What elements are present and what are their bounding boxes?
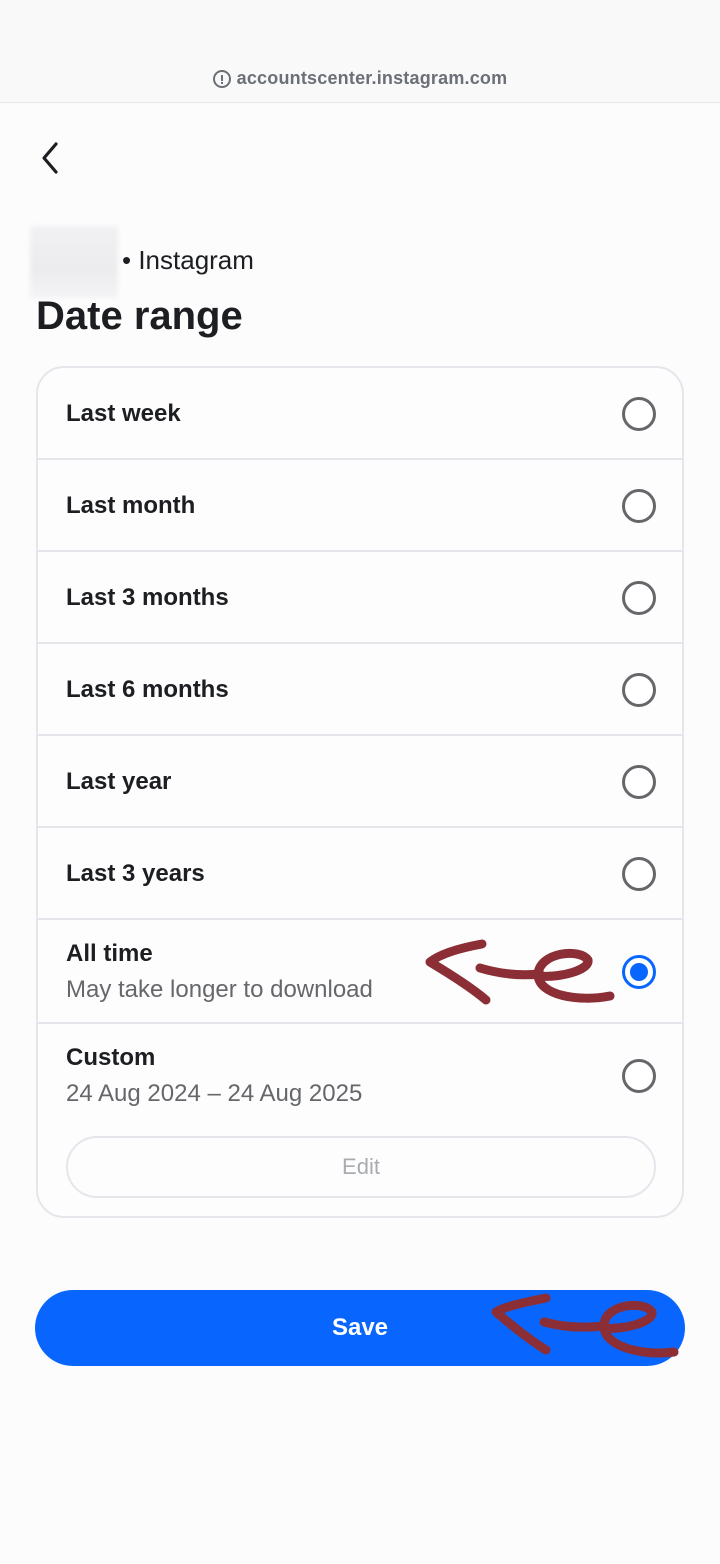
account-label: • Instagram	[122, 245, 254, 275]
option-label: Last 6 months	[66, 676, 229, 703]
redacted-account-name	[30, 226, 118, 298]
date-range-options-card: Last week Last month Last 3 months Last …	[36, 366, 684, 1218]
edit-custom-range-button[interactable]: Edit	[66, 1136, 656, 1198]
option-last-3-years[interactable]: Last 3 years	[38, 828, 682, 920]
radio-button-selected[interactable]	[622, 955, 656, 989]
option-label: Custom	[66, 1044, 156, 1071]
save-button[interactable]: Save	[35, 1290, 685, 1366]
url-display: accountscenter.instagram.com	[0, 68, 720, 89]
radio-button[interactable]	[622, 765, 656, 799]
radio-button[interactable]	[622, 857, 656, 891]
radio-button[interactable]	[622, 1059, 656, 1093]
option-last-month[interactable]: Last month	[38, 460, 682, 552]
browser-url-bar[interactable]: accountscenter.instagram.com	[0, 0, 720, 103]
option-label: Last month	[66, 492, 196, 519]
radio-button[interactable]	[622, 581, 656, 615]
option-last-week[interactable]: Last week	[38, 368, 682, 460]
option-label: Last year	[66, 768, 172, 795]
page-title: Date range	[36, 294, 243, 338]
radio-button[interactable]	[622, 489, 656, 523]
url-text: accountscenter.instagram.com	[236, 68, 508, 88]
option-label: Last 3 years	[66, 860, 205, 887]
radio-button[interactable]	[622, 673, 656, 707]
option-all-time[interactable]: All time May take longer to download	[38, 920, 682, 1024]
option-last-year[interactable]: Last year	[38, 736, 682, 828]
option-label: Last week	[66, 400, 181, 427]
option-label: Last 3 months	[66, 584, 229, 611]
info-icon	[212, 69, 231, 88]
radio-button[interactable]	[622, 397, 656, 431]
option-last-6-months[interactable]: Last 6 months	[38, 644, 682, 736]
option-sublabel: May take longer to download	[66, 976, 373, 1003]
option-label: All time	[66, 940, 153, 967]
option-date-range: 24 Aug 2024 – 24 Aug 2025	[66, 1080, 363, 1107]
option-last-3-months[interactable]: Last 3 months	[38, 552, 682, 644]
date-range-screen: accountscenter.instagram.com • Instagram…	[0, 0, 720, 1564]
chevron-left-icon	[42, 142, 58, 174]
back-button[interactable]	[30, 138, 70, 178]
